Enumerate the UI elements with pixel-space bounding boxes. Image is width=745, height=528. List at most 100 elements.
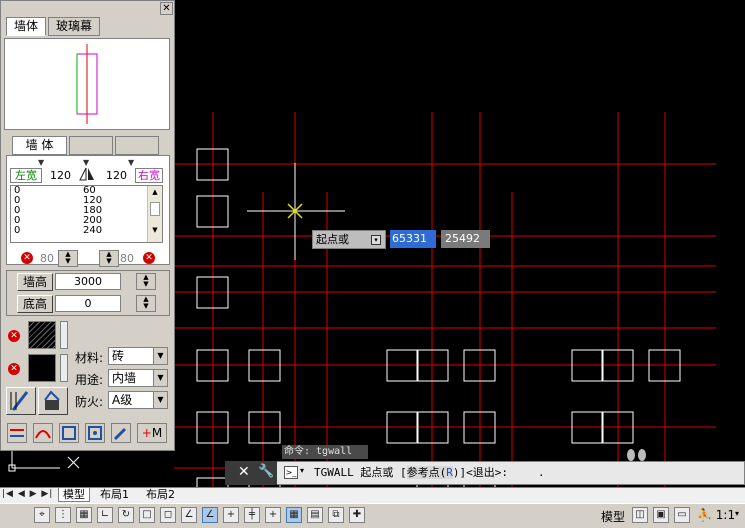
grid-toggle[interactable]: ▦ bbox=[76, 507, 92, 523]
ducs-toggle[interactable]: ∠ bbox=[202, 507, 218, 523]
palette-close-button[interactable]: ✕ bbox=[160, 2, 173, 15]
fire-label: 防火: bbox=[75, 395, 104, 409]
option-reference-point[interactable]: 参考点(R bbox=[406, 466, 453, 479]
hatch-swatch[interactable] bbox=[28, 321, 56, 349]
tab-layout2[interactable]: 布局2 bbox=[142, 488, 179, 502]
material-label: 材料: bbox=[75, 351, 104, 365]
history-dropdown-icon[interactable]: ▾ bbox=[300, 466, 304, 475]
otrack-toggle[interactable]: ∠ bbox=[181, 507, 197, 523]
quick-properties-toggle[interactable]: ▤ bbox=[307, 507, 323, 523]
snap-toggle[interactable]: ⌖ bbox=[34, 507, 50, 523]
tab-layout1[interactable]: 布局1 bbox=[96, 488, 133, 502]
scroll-down-icon[interactable]: ▼ bbox=[148, 220, 162, 240]
navigation-mark bbox=[627, 449, 646, 461]
crosshair-toggle[interactable]: + bbox=[265, 507, 281, 523]
right-width-label[interactable]: 右宽 bbox=[135, 168, 163, 183]
command-line-handle[interactable]: ✕ 🔧 bbox=[225, 461, 277, 485]
tab-model[interactable]: 模型 bbox=[58, 488, 90, 502]
wall-height-field[interactable]: 3000 bbox=[55, 273, 121, 290]
subtab-3[interactable] bbox=[115, 136, 159, 155]
material-select[interactable]: 砖 ▼ bbox=[108, 347, 168, 365]
3dosnap-toggle[interactable]: ◻ bbox=[160, 507, 176, 523]
wall-height-spinner[interactable]: ▲ ▼ bbox=[136, 273, 156, 290]
base-height-spinner[interactable]: ▲ ▼ bbox=[136, 295, 156, 312]
clear-left-offset-icon[interactable]: ✕ bbox=[21, 252, 33, 264]
pick-wall-button[interactable] bbox=[6, 387, 36, 415]
quickview-icon[interactable]: ▣ bbox=[653, 507, 669, 523]
tab-wall[interactable]: 墙体 bbox=[6, 17, 46, 36]
fill-slider[interactable] bbox=[60, 354, 68, 382]
right-width-value[interactable]: 120 bbox=[106, 169, 127, 182]
dropdown-icon[interactable]: ▾ bbox=[371, 235, 381, 245]
wall-line-tool[interactable] bbox=[7, 423, 27, 443]
base-height-button[interactable]: 底高 bbox=[17, 295, 53, 313]
annotation-scale[interactable]: ⛹ 1:1 bbox=[697, 508, 735, 522]
quickview-drawings-icon[interactable]: ▭ bbox=[674, 507, 690, 523]
arc-wall-tool[interactable] bbox=[33, 423, 53, 443]
ortho-toggle[interactable]: ∟ bbox=[97, 507, 113, 523]
left-width-value[interactable]: 120 bbox=[50, 169, 71, 182]
osnap-toggle[interactable]: □ bbox=[139, 507, 155, 523]
right-offset-spinner[interactable]: ▲ ▼ bbox=[99, 250, 119, 267]
width-list[interactable]: 0 60 0 120 0 180 0 200 0 240 bbox=[10, 185, 163, 243]
tab-curtain-wall[interactable]: 玻璃幕 bbox=[48, 17, 100, 36]
wall-preview bbox=[4, 38, 170, 130]
transparency-toggle[interactable]: ▦ bbox=[286, 507, 302, 523]
model-space-label[interactable]: 模型 bbox=[601, 508, 625, 525]
paint-icon bbox=[44, 390, 60, 410]
clear-right-offset-icon[interactable]: ✕ bbox=[143, 252, 155, 264]
scroll-thumb[interactable] bbox=[150, 202, 160, 216]
chevron-down-icon: ▼ bbox=[153, 370, 167, 386]
room-wall-tool[interactable] bbox=[85, 423, 105, 443]
y-coordinate-input[interactable]: 25492 bbox=[441, 230, 490, 248]
close-icon: ✕ bbox=[162, 3, 171, 14]
plus-icon: + bbox=[141, 426, 152, 440]
close-icon[interactable]: ✕ bbox=[238, 464, 250, 480]
rect-wall-tool[interactable] bbox=[59, 423, 79, 443]
paint-wall-button[interactable] bbox=[38, 387, 68, 415]
subtab-wall-body[interactable]: 墙 体 bbox=[12, 136, 67, 155]
pick-color-tool[interactable] bbox=[111, 423, 131, 443]
list-item[interactable]: 0 240 bbox=[11, 226, 162, 236]
left-offset-spinner[interactable]: ▲ ▼ bbox=[58, 250, 78, 267]
usage-select[interactable]: 内墙 ▼ bbox=[108, 369, 168, 387]
wall-height-button[interactable]: 墙高 bbox=[17, 273, 53, 291]
x-coordinate-input[interactable]: 65331 bbox=[390, 230, 436, 248]
list-scrollbar[interactable]: ▲ ▼ bbox=[147, 186, 162, 242]
clear-fill-icon[interactable]: ✕ bbox=[8, 363, 20, 375]
clear-hatch-icon[interactable]: ✕ bbox=[8, 330, 20, 342]
polar-toggle[interactable]: ↻ bbox=[118, 507, 134, 523]
tab-navigation-icons[interactable]: |◀ ◀ ▶ ▶| bbox=[2, 489, 53, 499]
module-tool[interactable]: +M bbox=[137, 423, 167, 443]
layout-viewport-icon[interactable]: ◫ bbox=[632, 507, 648, 523]
scale-dropdown-icon[interactable]: ▾ bbox=[735, 509, 739, 518]
command-input[interactable]: TGWALL 起点或 [参考点(R)]<退出>:. bbox=[314, 465, 545, 481]
scroll-up-icon[interactable]: ▲ bbox=[148, 186, 162, 198]
left-width-label[interactable]: 左宽 bbox=[10, 168, 42, 183]
selection-cycling-toggle[interactable]: ⧉ bbox=[328, 507, 344, 523]
base-height-field[interactable]: 0 bbox=[55, 295, 121, 312]
subtab-2[interactable] bbox=[69, 136, 113, 155]
swap-icon[interactable] bbox=[78, 166, 96, 182]
dyn-toggle[interactable]: + bbox=[223, 507, 239, 523]
marker-right-icon: ▼ bbox=[128, 158, 135, 167]
room-icon bbox=[88, 426, 102, 440]
lineweight-toggle[interactable]: ╪ bbox=[244, 507, 260, 523]
annotation-monitor-toggle[interactable]: ✚ bbox=[349, 507, 365, 523]
dynamic-input-prompt: 起点或 ▾ bbox=[312, 230, 386, 249]
command-prompt-icon[interactable]: >_ bbox=[284, 466, 298, 479]
ucs-icon bbox=[8, 450, 80, 472]
wall-icon bbox=[10, 429, 24, 437]
chevron-down-icon: ▼ bbox=[153, 348, 167, 364]
left-offset-value[interactable]: 80 bbox=[40, 252, 54, 265]
eyedropper-icon bbox=[113, 427, 127, 441]
pen-icon bbox=[10, 391, 29, 411]
hatch-slider[interactable] bbox=[60, 321, 68, 349]
rect-icon bbox=[62, 426, 76, 440]
wrench-icon[interactable]: 🔧 bbox=[258, 464, 274, 479]
fill-swatch[interactable] bbox=[28, 354, 56, 382]
usage-label: 用途: bbox=[75, 373, 104, 387]
grid-snap-toggle[interactable]: ⋮ bbox=[55, 507, 71, 523]
right-offset-value[interactable]: 80 bbox=[120, 252, 134, 265]
fire-select[interactable]: A级 ▼ bbox=[108, 391, 168, 409]
